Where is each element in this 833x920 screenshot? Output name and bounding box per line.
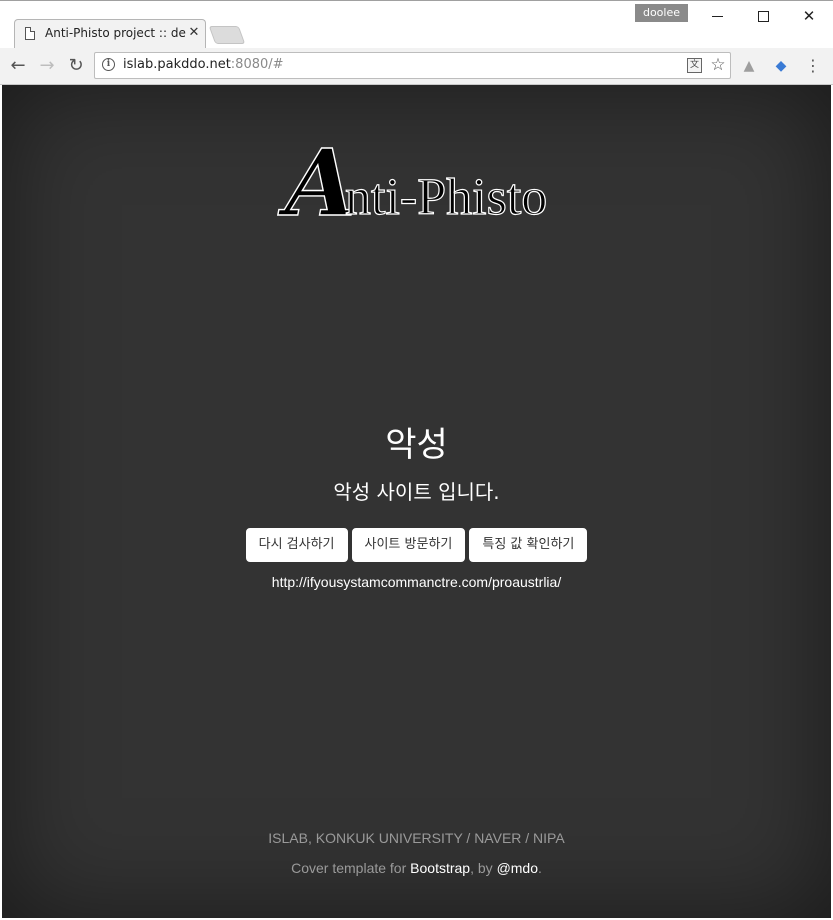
- extension-icon[interactable]: ◆: [772, 57, 790, 75]
- close-tab-icon[interactable]: ✕: [186, 24, 202, 42]
- maximize-icon: [757, 11, 769, 22]
- rescan-button[interactable]: 다시 검사하기: [245, 528, 348, 562]
- site-logo: A nti-Phisto: [2, 137, 831, 227]
- browser-titlebar: Anti-Phisto project :: de ✕ doolee ✕: [0, 0, 833, 49]
- anti-phisto-logo: A nti-Phisto: [276, 137, 548, 227]
- url-host: islab.pakddo.net: [123, 57, 231, 72]
- drive-extension-icon[interactable]: ▲: [740, 57, 758, 75]
- result-title: 악성: [385, 425, 448, 465]
- page-content: A nti-Phisto 악성 악성 사이트 입니다. 다시 검사하기 사이트 …: [2, 85, 831, 918]
- visit-site-button[interactable]: 사이트 방문하기: [351, 528, 466, 562]
- minimize-icon: [711, 16, 723, 17]
- document-icon: [25, 27, 35, 40]
- star-icon[interactable]: ☆: [708, 54, 728, 76]
- footer-prefix: Cover template for: [291, 860, 411, 876]
- url-text[interactable]: islab.pakddo.net:8080/#: [123, 57, 284, 72]
- url-port-path: :8080/#: [230, 57, 284, 72]
- footer-suffix: .: [538, 860, 542, 876]
- back-arrow-icon[interactable]: ←: [6, 54, 30, 78]
- mdo-link[interactable]: @mdo: [497, 860, 538, 876]
- logo-rest: nti-Phisto: [345, 169, 547, 226]
- maximize-button[interactable]: [741, 3, 785, 29]
- action-buttons: 다시 검사하기 사이트 방문하기 특징 값 확인하기: [2, 528, 831, 562]
- close-window-button[interactable]: ✕: [787, 3, 831, 29]
- tab-title: Anti-Phisto project :: de: [45, 26, 186, 40]
- bootstrap-link[interactable]: Bootstrap: [410, 860, 470, 876]
- browser-tab-active[interactable]: Anti-Phisto project :: de ✕: [14, 19, 206, 49]
- browser-toolbar: ← → ↻ i islab.pakddo.net:8080/# 文 ☆ ▲ ◆ …: [0, 48, 833, 85]
- result-message: 악성 사이트 입니다.: [333, 480, 500, 504]
- translate-icon[interactable]: 文: [687, 58, 702, 73]
- kebab-menu-icon[interactable]: ⋮: [805, 55, 821, 77]
- address-bar[interactable]: i islab.pakddo.net:8080/# 文 ☆: [94, 52, 731, 79]
- info-icon[interactable]: i: [102, 58, 115, 71]
- footer-template-credit: Cover template for Bootstrap, by @mdo.: [2, 859, 831, 877]
- reload-icon[interactable]: ↻: [64, 54, 88, 78]
- profile-badge[interactable]: doolee: [635, 4, 688, 22]
- checked-url: http://ifyousystamcommanctre.com/proaust…: [271, 574, 562, 590]
- minimize-button[interactable]: [695, 3, 739, 29]
- new-tab-button[interactable]: [208, 26, 246, 44]
- forward-arrow-icon[interactable]: →: [35, 54, 59, 78]
- view-features-button[interactable]: 특징 값 확인하기: [469, 528, 588, 562]
- footer-credits: ISLAB, KONKUK UNIVERSITY / NAVER / NIPA: [268, 830, 565, 846]
- footer-mid: , by: [470, 860, 497, 876]
